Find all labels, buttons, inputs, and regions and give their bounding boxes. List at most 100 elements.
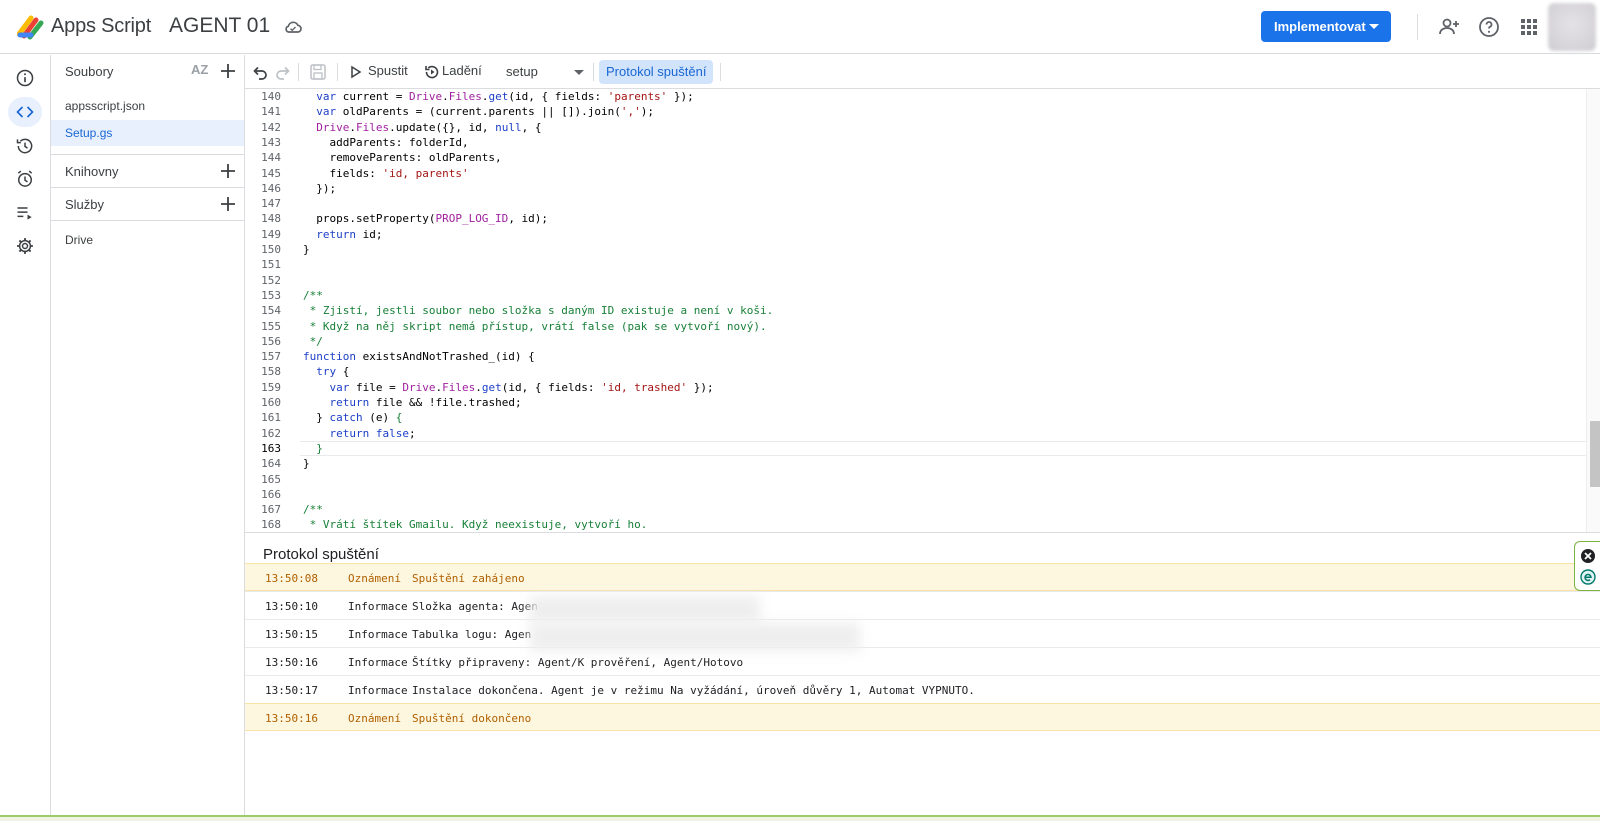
sort-az-icon[interactable]: AZ — [191, 62, 208, 77]
undo-icon[interactable] — [251, 63, 269, 81]
code-editor[interactable]: 140 var current = Drive.Files.get(id, { … — [245, 89, 1586, 532]
avatar[interactable] — [1548, 3, 1596, 51]
divider — [51, 220, 244, 221]
code-text: /** — [303, 503, 323, 517]
code-line[interactable]: 143 addParents: folderId, — [245, 135, 1586, 150]
log-row: 13:50:16 Informace Štítky připraveny: Agen… — [245, 647, 1600, 675]
file-item-setup[interactable]: Setup.gs — [51, 120, 244, 146]
run-button[interactable]: Spustit — [368, 63, 408, 78]
rail-versions[interactable] — [8, 131, 42, 161]
scrollbar-thumb[interactable] — [1590, 421, 1600, 487]
code-line[interactable]: 158 try { — [245, 364, 1586, 379]
files-panel: Soubory AZ appsscript.json Setup.gs Knih… — [51, 55, 245, 815]
divider — [593, 63, 594, 81]
deploy-label: Implementovat — [1274, 19, 1366, 34]
log-row: 13:50:10 Informace Složka agenta: Agen — [245, 591, 1600, 619]
code-line[interactable]: 161 } catch (e) { — [245, 410, 1586, 425]
execution-log-toggle[interactable]: Protokol spuštění — [599, 60, 714, 84]
code-text: return id; — [316, 227, 383, 241]
line-number: 146 — [261, 181, 281, 195]
debug-button[interactable]: Ladění — [442, 63, 482, 78]
add-service-icon[interactable] — [219, 195, 237, 213]
rail-overview[interactable] — [8, 63, 42, 93]
play-icon — [351, 65, 362, 79]
chevron-down-icon — [1369, 24, 1379, 29]
chevron-down-icon — [574, 70, 584, 75]
code-text: /** — [303, 288, 323, 302]
redacted-region — [530, 623, 860, 651]
services-section-header[interactable]: Služby — [51, 188, 244, 220]
code-line[interactable]: 168 * Vrátí štítek Gmailu. Když neexistu… — [245, 517, 1586, 532]
service-item-drive[interactable]: Drive — [51, 227, 244, 253]
rail-editor[interactable] — [8, 97, 42, 127]
code-line[interactable]: 160 return file && !file.trashed; — [245, 395, 1586, 410]
editor-toolbar: Spustit Ladění setup Protokol spuštění — [245, 55, 1600, 89]
rail-settings[interactable] — [8, 231, 42, 261]
libraries-section-header[interactable]: Knihovny — [51, 155, 244, 187]
code-line[interactable]: 162 return false; — [245, 426, 1586, 441]
deploy-button[interactable]: Implementovat — [1261, 11, 1391, 42]
line-number: 161 — [261, 411, 281, 425]
apps-script-logo[interactable] — [17, 14, 45, 40]
divider — [1417, 14, 1418, 40]
log-level: Informace — [348, 628, 408, 641]
log-message: Instalace dokončena. Agent je v režimu N… — [412, 684, 975, 697]
redo-icon[interactable] — [274, 63, 292, 81]
code-text: */ — [303, 334, 323, 348]
file-item-appsscript[interactable]: appsscript.json — [51, 93, 244, 119]
add-file-icon[interactable] — [219, 62, 237, 80]
service-name: Drive — [65, 233, 94, 247]
code-line[interactable]: 167 /** — [245, 502, 1586, 517]
code-line[interactable]: 163 } — [245, 440, 1586, 456]
bottom-strip — [0, 815, 1600, 821]
line-number: 164 — [261, 457, 281, 471]
code-line[interactable]: 144 removeParents: oldParents, — [245, 150, 1586, 165]
code-text: } — [303, 243, 310, 256]
libraries-header: Knihovny — [65, 164, 119, 179]
code-line[interactable]: 153 /** — [245, 288, 1586, 303]
code-text: var current = Drive.Files.get(id, { fiel… — [316, 90, 694, 103]
code-line[interactable]: 155 * Když na něj skript nemá přístup, v… — [245, 319, 1586, 334]
redacted-region — [530, 596, 760, 622]
add-library-icon[interactable] — [219, 162, 237, 180]
close-icon[interactable] — [1580, 548, 1596, 564]
code-text: } — [316, 441, 323, 455]
code-line[interactable]: 151 — [245, 257, 1586, 272]
editor-scrollbar[interactable] — [1586, 89, 1600, 532]
code-line[interactable]: 141 var oldParents = (current.parents ||… — [245, 104, 1586, 119]
save-icon[interactable] — [309, 63, 327, 81]
code-line[interactable]: 149 return id; — [245, 227, 1586, 242]
code-text: * Když na něj skript nemá přístup, vrátí… — [303, 319, 767, 333]
code-line[interactable]: 164} — [245, 456, 1586, 471]
code-line[interactable]: 146 }); — [245, 181, 1586, 196]
log-time: 13:50:10 — [265, 600, 318, 613]
code-line[interactable]: 147 — [245, 196, 1586, 211]
code-line[interactable]: 140 var current = Drive.Files.get(id, { … — [245, 89, 1586, 104]
code-line[interactable]: 150} — [245, 242, 1586, 257]
code-line[interactable]: 154 * Zjistí, jestli soubor nebo složka … — [245, 303, 1586, 318]
code-line[interactable]: 166 — [245, 487, 1586, 502]
add-person-icon[interactable] — [1437, 15, 1461, 39]
code-line[interactable]: 165 — [245, 472, 1586, 487]
code-line[interactable]: 156 */ — [245, 334, 1586, 349]
log-row: 13:50:17 Informace Instalace dokončena. Ag… — [245, 675, 1600, 703]
extension-e-icon[interactable] — [1580, 569, 1596, 585]
line-number: 145 — [261, 166, 281, 180]
code-line[interactable]: 148 props.setProperty(PROP_LOG_ID, id); — [245, 211, 1586, 226]
line-number: 155 — [261, 319, 281, 333]
project-title[interactable]: AGENT 01 — [169, 14, 270, 38]
settings-icon — [17, 238, 33, 254]
code-icon — [16, 106, 34, 118]
help-icon[interactable] — [1477, 15, 1501, 39]
rail-executions[interactable] — [8, 198, 42, 228]
code-line[interactable]: 145 fields: 'id, parents' — [245, 166, 1586, 181]
rail-triggers[interactable] — [8, 164, 42, 194]
line-number: 142 — [261, 120, 281, 134]
line-number: 166 — [261, 487, 281, 501]
code-line[interactable]: 159 var file = Drive.Files.get(id, { fie… — [245, 380, 1586, 395]
code-line[interactable]: 142 Drive.Files.update({}, id, null, { — [245, 120, 1586, 135]
apps-grid-icon[interactable] — [1517, 15, 1541, 39]
function-select[interactable]: setup — [506, 62, 588, 84]
code-line[interactable]: 157 function existsAndNotTrashed_(id) { — [245, 349, 1586, 364]
code-line[interactable]: 152 — [245, 273, 1586, 288]
